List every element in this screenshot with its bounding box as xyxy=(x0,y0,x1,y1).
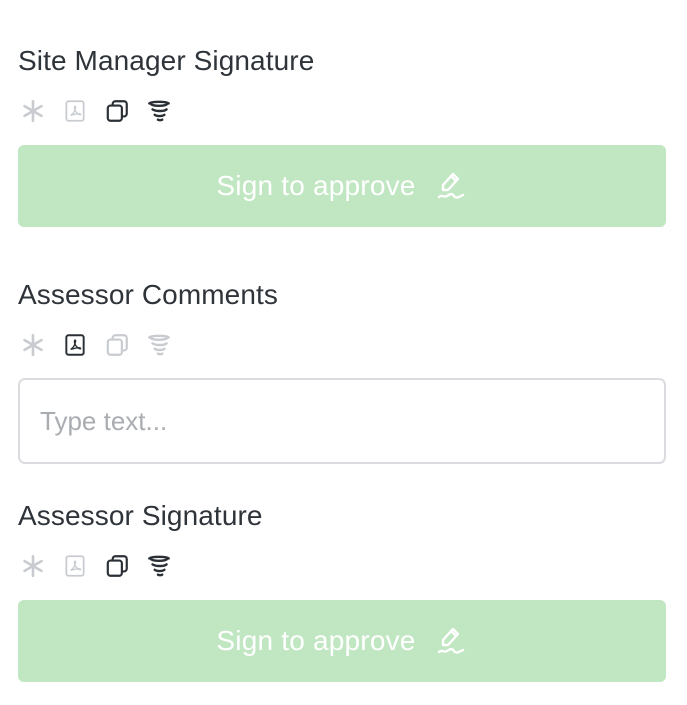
assessor-signature-field: Assessor Signature Sign to approve xyxy=(18,499,666,689)
field-options-row xyxy=(18,551,174,581)
copy-icon[interactable] xyxy=(102,96,132,126)
required-asterisk-icon[interactable] xyxy=(18,330,48,360)
pdf-icon[interactable] xyxy=(60,330,90,360)
sign-to-approve-button[interactable]: Sign to approve xyxy=(18,145,666,227)
tornado-icon[interactable] xyxy=(144,96,174,126)
field-label: Assessor Signature xyxy=(18,500,263,531)
site-manager-signature-field: Site Manager Signature Sign to approve xyxy=(18,44,666,234)
field-label: Assessor Comments xyxy=(18,279,278,310)
assessor-comments-input[interactable] xyxy=(18,378,666,464)
tornado-icon[interactable] xyxy=(144,551,174,581)
button-label: Sign to approve xyxy=(216,170,416,201)
field-options-row xyxy=(18,330,174,360)
copy-icon[interactable] xyxy=(102,551,132,581)
assessor-comments-field: Assessor Comments xyxy=(18,278,666,468)
field-label: Site Manager Signature xyxy=(18,45,315,76)
signature-pen-icon xyxy=(434,624,468,658)
sign-to-approve-button[interactable]: Sign to approve xyxy=(18,600,666,682)
field-options-row xyxy=(18,96,174,126)
signature-pen-icon xyxy=(434,169,468,203)
tornado-icon[interactable] xyxy=(144,330,174,360)
pdf-icon[interactable] xyxy=(60,96,90,126)
pdf-icon[interactable] xyxy=(60,551,90,581)
required-asterisk-icon[interactable] xyxy=(18,96,48,126)
copy-icon[interactable] xyxy=(102,330,132,360)
required-asterisk-icon[interactable] xyxy=(18,551,48,581)
button-label: Sign to approve xyxy=(216,625,416,656)
